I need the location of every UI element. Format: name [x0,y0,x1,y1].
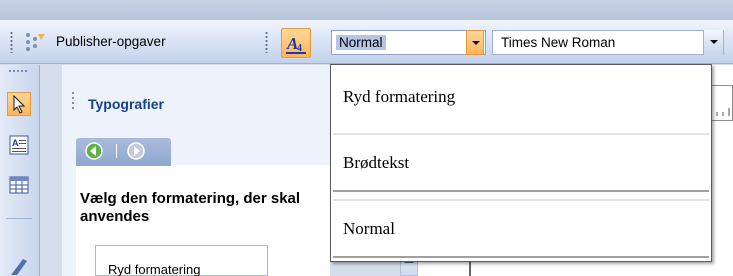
style-combo[interactable]: Normal [331,30,486,55]
nav-separator [116,144,117,158]
styles-list-item[interactable]: Ryd formatering [108,262,200,276]
svg-text:A: A [12,138,19,148]
toolbar-separator [6,218,32,219]
toolbar-grip[interactable] [10,31,13,53]
forward-icon[interactable] [126,141,146,161]
style-dropdown-list[interactable]: Ryd formatering Brødtekst Normal [330,64,712,262]
objects-toolbar: A [0,65,40,276]
style-option-label[interactable]: Brødtekst [343,153,409,173]
select-objects-button[interactable] [7,92,31,116]
style-dropdown-arrow[interactable] [466,30,484,55]
pointer-icon [13,94,26,114]
text-box-button[interactable]: A [7,133,31,157]
task-pane-title: Typografier [88,96,164,112]
styles-icon: A 4 [286,34,306,54]
style-option-label[interactable]: Ryd formatering [343,87,455,107]
font-combo-value[interactable]: Times New Roman [501,35,615,50]
font-dropdown-arrow[interactable] [703,30,723,55]
table-button[interactable] [7,173,31,197]
publisher-tasks-button[interactable]: Publisher-opgaver [56,34,166,49]
style-combo-value[interactable]: Normal [336,35,386,50]
style-option[interactable]: Ryd formatering [333,69,709,128]
wordart-icon[interactable] [7,251,31,275]
styles-list[interactable]: Ryd formatering [95,245,268,276]
back-icon[interactable] [84,141,104,161]
font-combo[interactable]: Times New Roman [492,30,724,55]
style-option-label[interactable]: Normal [343,219,395,239]
style-option[interactable]: Normal [333,199,709,258]
table-icon [9,176,29,194]
toolbar-grip[interactable] [265,31,268,53]
toolbar-grip[interactable] [8,69,32,73]
text-box-icon: A [9,135,29,155]
task-pane-instruction: Vælg den formatering, der skal anvendes [80,190,301,225]
formatting-toolbar: Publisher-opgaver A 4 Normal Times New R… [0,20,733,64]
task-pane-grip[interactable] [71,91,76,113]
task-pane-icon[interactable] [24,31,48,53]
style-option[interactable]: Brødtekst [333,133,709,192]
styles-button[interactable]: A 4 [281,28,311,58]
menu-strip [0,0,733,20]
